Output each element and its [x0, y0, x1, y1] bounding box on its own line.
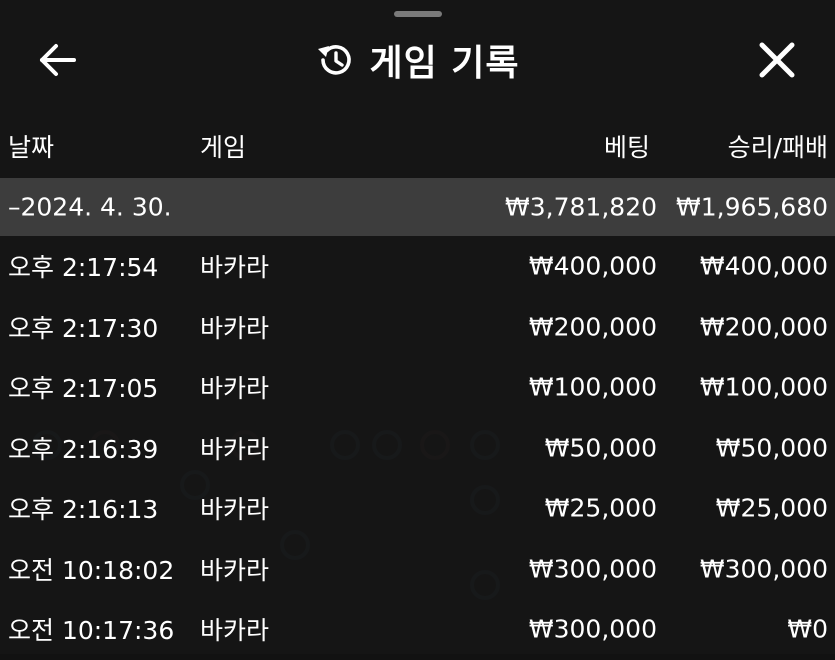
row-game: 바카라	[200, 434, 270, 464]
summary-bet-total: ₩3,781,820	[505, 192, 657, 222]
column-header-game: 게임	[200, 133, 247, 162]
row-result: ₩200,000	[699, 312, 828, 342]
row-time: 오전 10:18:02	[8, 555, 175, 585]
column-header-bet: 베팅	[603, 133, 650, 162]
row-bet: ₩25,000	[544, 493, 657, 523]
row-time: 오전 10:17:36	[8, 616, 175, 646]
row-game: 바카라	[200, 616, 270, 646]
table-row[interactable]: 오후 2:16:39 바카라 ₩50,000 ₩50,000	[0, 418, 835, 479]
column-header-result: 승리/패배	[727, 133, 828, 162]
row-bet: ₩200,000	[528, 312, 657, 342]
row-game: 바카라	[200, 313, 270, 343]
table-row[interactable]: 오전 10:18:02 바카라 ₩300,000 ₩300,000	[0, 539, 835, 600]
summary-result-total: ₩1,965,680	[676, 192, 828, 222]
summary-date: –2024. 4. 30.	[8, 192, 172, 222]
table-row[interactable]: 오후 2:17:54 바카라 ₩400,000 ₩400,000	[0, 236, 835, 297]
title-group: 게임 기록	[0, 22, 835, 98]
table-row[interactable]: 오후 2:17:30 바카라 ₩200,000 ₩200,000	[0, 297, 835, 358]
row-bet: ₩50,000	[544, 433, 657, 463]
arrow-left-icon[interactable]	[36, 40, 80, 80]
row-bet: ₩400,000	[528, 251, 657, 281]
row-time: 오후 2:17:30	[8, 313, 159, 343]
row-time: 오후 2:17:54	[8, 253, 159, 283]
row-bet: ₩100,000	[528, 372, 657, 402]
history-icon	[318, 45, 352, 75]
row-result: ₩50,000	[715, 433, 828, 463]
row-game: 바카라	[200, 253, 270, 283]
row-time: 오후 2:16:39	[8, 434, 159, 464]
row-result: ₩300,000	[699, 554, 828, 584]
row-result: ₩25,000	[715, 493, 828, 523]
row-bet: ₩300,000	[528, 614, 657, 644]
row-result: ₩100,000	[699, 372, 828, 402]
row-result: ₩0	[787, 614, 828, 644]
column-header-date: 날짜	[8, 133, 55, 162]
row-game: 바카라	[200, 555, 270, 585]
game-history-sheet: 게임 기록 날짜 게임 베팅 승리/패배 –2024. 4. 30. ₩3,78…	[0, 0, 835, 654]
row-game: 바카라	[200, 374, 270, 404]
date-summary-row[interactable]: –2024. 4. 30. ₩3,781,820 ₩1,965,680	[0, 178, 835, 236]
row-result: ₩400,000	[699, 251, 828, 281]
row-game: 바카라	[200, 495, 270, 525]
close-icon[interactable]	[756, 39, 798, 81]
drag-handle[interactable]	[394, 11, 442, 17]
table-row[interactable]: 오전 10:17:36 바카라 ₩300,000 ₩0	[0, 599, 835, 660]
sheet-header: 게임 기록	[0, 22, 835, 98]
row-time: 오후 2:16:13	[8, 495, 159, 525]
row-time: 오후 2:17:05	[8, 374, 159, 404]
table-row[interactable]: 오후 2:17:05 바카라 ₩100,000 ₩100,000	[0, 357, 835, 418]
row-bet: ₩300,000	[528, 554, 657, 584]
page-title: 게임 기록	[369, 43, 520, 84]
history-list: –2024. 4. 30. ₩3,781,820 ₩1,965,680 오후 2…	[0, 178, 835, 660]
table-row[interactable]: 오후 2:16:13 바카라 ₩25,000 ₩25,000	[0, 478, 835, 539]
